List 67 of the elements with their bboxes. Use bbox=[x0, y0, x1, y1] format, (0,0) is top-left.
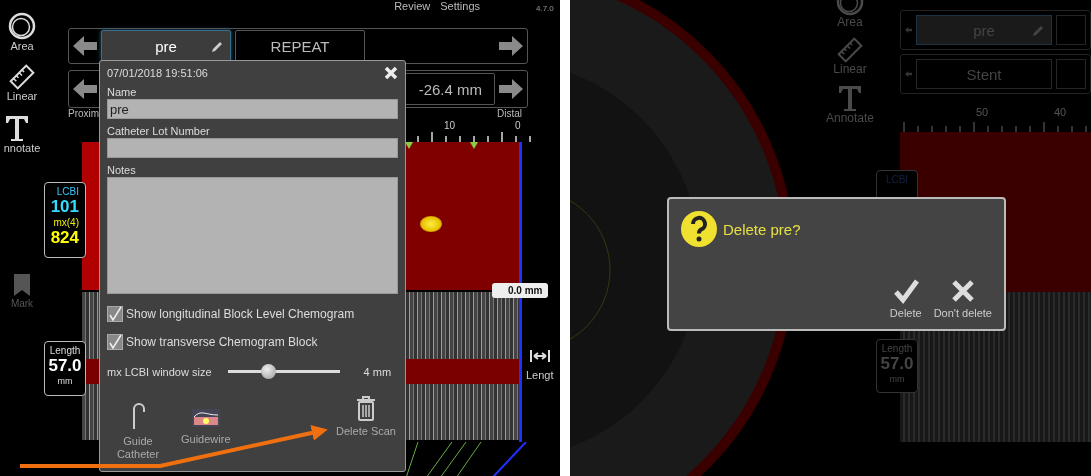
length-tool[interactable]: Lengt bbox=[526, 348, 554, 381]
delete-button[interactable]: Delete Scan bbox=[336, 395, 396, 438]
length-label: Length bbox=[49, 345, 81, 356]
length-label: Length bbox=[881, 343, 913, 354]
slider-thumb[interactable] bbox=[260, 364, 276, 379]
proximal-label: Proxim bbox=[68, 108, 100, 120]
field-label: Notes bbox=[107, 164, 136, 176]
area-tool[interactable]: Area bbox=[7, 12, 37, 52]
guidewire-icon bbox=[190, 407, 221, 429]
position-label: 0.0 mm bbox=[492, 283, 549, 298]
timestamp: 07/01/2018 19:51:06 bbox=[107, 67, 208, 79]
linear-tool[interactable]: Linear bbox=[6, 64, 38, 102]
double-arrow-icon bbox=[529, 348, 550, 364]
ring-icon bbox=[7, 12, 37, 40]
guide-catheter-button[interactable]: Guide Catheter bbox=[113, 401, 163, 461]
length-value: 57.0 bbox=[48, 356, 82, 376]
pencil-icon[interactable] bbox=[210, 40, 224, 54]
checkbox[interactable] bbox=[107, 306, 123, 322]
checkbox-label[interactable]: Show transverse Chemogram Block bbox=[126, 335, 318, 349]
mark-tool: Mark bbox=[10, 272, 34, 309]
dialog-message: Delete pre? bbox=[723, 220, 801, 238]
length-unit: mm bbox=[57, 376, 73, 386]
scan-tab[interactable]: pre bbox=[101, 30, 231, 62]
ruler-icon bbox=[9, 64, 35, 90]
input-field[interactable] bbox=[107, 138, 398, 158]
length-unit: mm bbox=[889, 374, 905, 384]
menu-tab[interactable]: Settings bbox=[440, 0, 480, 12]
scale-label: 0 bbox=[515, 120, 521, 131]
lcbi-label: LCBI bbox=[885, 174, 909, 185]
right-arrow-icon[interactable] bbox=[499, 36, 523, 56]
scale-label: 40 bbox=[1054, 106, 1067, 118]
input-field[interactable]: pre bbox=[107, 99, 398, 119]
menu-tab[interactable]: Review bbox=[394, 0, 431, 12]
max-lcbi-label: mx(4) bbox=[53, 217, 79, 228]
field-label: Name bbox=[107, 86, 137, 98]
guidewire-button[interactable]: Guidewire bbox=[181, 407, 231, 446]
slider-reading: 4 mm bbox=[363, 365, 392, 378]
version-label: 4.7.0 bbox=[536, 4, 554, 13]
checkbox[interactable] bbox=[107, 334, 123, 350]
length-value: 57.0 bbox=[880, 354, 914, 374]
lcbi-label: LCBI bbox=[56, 186, 79, 197]
lcbi-value: 101 bbox=[50, 197, 79, 217]
text-icon bbox=[3, 114, 30, 142]
scale-label: 50 bbox=[976, 106, 989, 118]
checkbox-label[interactable]: Show longitudinal Block Level Chemogram bbox=[126, 307, 355, 321]
notes-field[interactable] bbox=[107, 177, 398, 294]
field-label: Catheter Lot Number bbox=[107, 125, 210, 137]
slider-label: mx LCBI window size bbox=[107, 365, 212, 378]
tab-outline bbox=[1056, 59, 1086, 89]
right-arrow-icon[interactable] bbox=[499, 79, 523, 99]
lipid-spot bbox=[420, 216, 442, 232]
delete-button[interactable]: Delete bbox=[889, 278, 922, 319]
annotate-tool[interactable]: nnotate bbox=[3, 114, 41, 154]
check-icon bbox=[892, 278, 919, 304]
left-arrow-icon[interactable] bbox=[73, 79, 97, 99]
text-icon bbox=[837, 84, 863, 112]
max-lcbi-value: 824 bbox=[50, 228, 79, 248]
close-icon[interactable] bbox=[384, 66, 398, 80]
question-icon bbox=[681, 211, 717, 247]
left-arrow-icon[interactable] bbox=[73, 36, 97, 56]
cancel-button[interactable]: Don't delete bbox=[933, 278, 992, 319]
ruler-icon bbox=[837, 37, 863, 63]
distal-label: Distal bbox=[497, 108, 522, 120]
bookmark-icon bbox=[12, 272, 32, 298]
tab-outline bbox=[1056, 15, 1086, 45]
close-icon bbox=[949, 278, 976, 304]
scale-label: 10 bbox=[444, 120, 456, 131]
